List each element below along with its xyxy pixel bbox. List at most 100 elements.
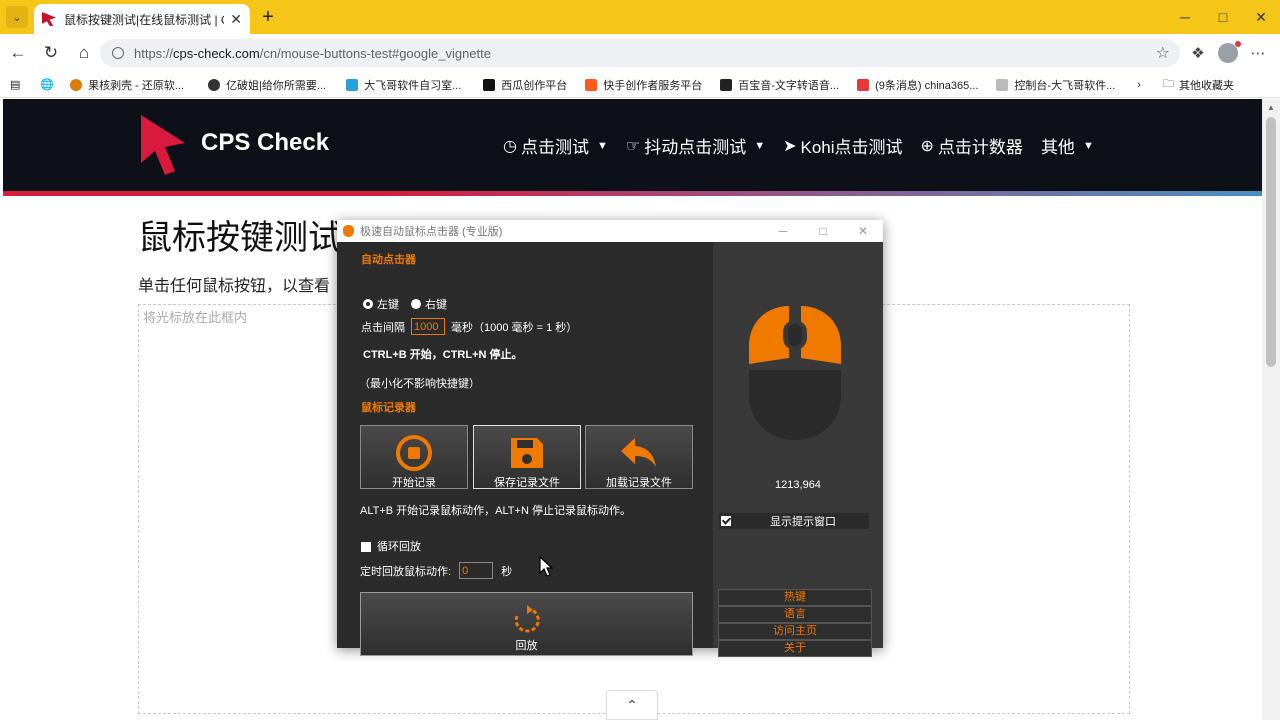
timer-input[interactable] — [459, 562, 494, 579]
page-description: 单击任何鼠标按钮，以查看 — [138, 278, 331, 295]
favorite-star-icon[interactable]: ☆ — [1156, 43, 1170, 63]
auto-clicker-section-title: 自动点击器 — [361, 254, 416, 266]
nav-kohi-test[interactable]: ➤ Kohi点击测试 — [783, 133, 902, 158]
bookmarks-bar: ▤ 🌐 果核剥壳 - 还原软... 亿破姐|给你所需要... 大飞哥软件自习室.… — [0, 72, 1280, 98]
other-bookmarks[interactable]: 🗀 其他收藏夹 — [1163, 75, 1234, 94]
bookmark-item[interactable]: (9条消息) china365... — [857, 77, 978, 93]
profile-avatar[interactable] — [1218, 41, 1241, 63]
new-tab-button[interactable]: + — [256, 6, 280, 28]
hotkey-link[interactable]: 热键 — [718, 589, 872, 606]
nav-jitter-test[interactable]: ☞ 抖动点击测试 ▼ — [626, 133, 765, 158]
nav-label: 抖动点击测试 — [644, 138, 747, 157]
other-bookmarks-label: 其他收藏夹 — [1178, 79, 1234, 92]
scrollbar-thumb[interactable] — [1266, 117, 1276, 367]
bookmark-item[interactable]: 西瓜创作平台 — [483, 77, 567, 93]
site-info-icon[interactable] — [112, 47, 124, 59]
address-bar[interactable]: https://cps-check.com/cn/mouse-buttons-t… — [100, 39, 1180, 67]
loop-replay-checkbox-row[interactable]: 循环回放 — [361, 538, 421, 554]
loop-replay-label: 循环回放 — [377, 541, 421, 553]
mouse-key-radio-group: 左键 右键 — [363, 296, 447, 312]
bookmark-item[interactable]: 亿破姐|给你所需要... — [208, 77, 326, 93]
back-button[interactable]: ← — [3, 38, 33, 68]
app-minimize-button[interactable]: ─ — [763, 220, 803, 242]
chevron-up-icon: ⌃ — [626, 696, 638, 713]
cursor-coordinates: 1213,964 — [775, 479, 821, 491]
save-record-button[interactable]: 保存记录文件 — [473, 425, 581, 489]
scroll-up-icon[interactable]: ▲ — [1267, 103, 1275, 112]
mouse-diagram-icon — [749, 306, 841, 440]
page-scrollbar[interactable]: ▲ — [1262, 99, 1280, 720]
start-record-button[interactable]: 开始记录 — [360, 425, 468, 489]
app-right-panel: 1213,964 显示提示窗口 热键 语言 访问主页 关于 — [713, 242, 883, 657]
homepage-link[interactable]: 访问主页 — [718, 623, 872, 640]
language-link[interactable]: 语言 — [718, 606, 872, 623]
bookmark-label: 百宝音-文字转语音... — [738, 79, 840, 92]
bookmark-label: 亿破姐|给你所需要... — [226, 79, 327, 92]
maximize-window-button[interactable]: □ — [1204, 0, 1242, 34]
nav-label: 点击测试 — [520, 138, 589, 157]
bookmark-label: 快手创作者服务平台 — [603, 79, 703, 92]
extensions-icon[interactable]: ❖ — [1184, 39, 1212, 67]
interval-label: 点击间隔 — [361, 321, 405, 334]
app-maximize-button[interactable]: □ — [803, 220, 843, 242]
radio-selected-icon — [363, 299, 373, 309]
app-close-button[interactable]: ✕ — [843, 220, 883, 242]
replay-button[interactable]: 回放 — [360, 592, 693, 656]
close-window-button[interactable]: ✕ — [1242, 0, 1280, 34]
reload-button[interactable]: ↻ — [36, 38, 66, 68]
toolbar-right: ❖ ⋯ — [1184, 39, 1272, 67]
bookmark-item[interactable]: 快手创作者服务平台 — [585, 77, 702, 93]
chevron-down-icon: ⌄ — [12, 11, 22, 24]
globe-icon[interactable]: 🌐 — [40, 78, 54, 91]
load-record-button[interactable]: 加载记录文件 — [585, 425, 693, 489]
tab-list-button[interactable]: ⌄ — [6, 6, 28, 28]
jitter-icon: ☞ — [625, 137, 641, 155]
caret-down-icon: ▼ — [754, 139, 766, 152]
url-path: /cn/mouse-buttons-test#google_vignette — [259, 45, 491, 61]
interval-input[interactable] — [411, 318, 445, 335]
loop-replay-checkbox[interactable] — [361, 542, 371, 553]
bookmark-favicon-icon — [857, 78, 870, 91]
home-button[interactable]: ⌂ — [69, 38, 99, 68]
left-key-radio[interactable]: 左键 — [363, 296, 399, 312]
about-link[interactable]: 关于 — [718, 640, 872, 657]
bookmark-item[interactable]: 果核剥壳 - 还原软... — [70, 77, 184, 93]
timer-replay-row: 定时回放鼠标动作: 秒 — [360, 562, 512, 579]
bookmark-favicon-icon — [346, 78, 359, 91]
bookmark-item[interactable]: 控制台-大飞哥软件... — [996, 77, 1115, 93]
nav-click-counter[interactable]: ⊕ 点击计数器 — [921, 133, 1023, 158]
load-record-label: 加载记录文件 — [606, 477, 672, 489]
browser-toolbar: ← ↻ ⌂ https://cps-check.com/cn/mouse-but… — [0, 34, 1280, 72]
browser-tab-active[interactable]: 鼠标按键测试|在线鼠标测试 | CPS ✕ — [34, 4, 250, 34]
nav-other[interactable]: 其他 ▼ — [1041, 133, 1094, 158]
nav-click-test[interactable]: ◷ 点击测试 ▼ — [503, 133, 608, 158]
minimize-window-button[interactable]: ─ — [1166, 0, 1204, 34]
undo-arrow-icon — [621, 438, 656, 467]
reading-list-icon[interactable]: ▤ — [10, 78, 20, 91]
bookmark-favicon-icon — [70, 78, 83, 91]
test-area-hint: 将光标放在此框内 — [143, 310, 248, 325]
more-menu-icon[interactable]: ⋯ — [1244, 39, 1272, 67]
right-key-label: 右键 — [425, 299, 447, 311]
right-key-radio[interactable]: 右键 — [411, 296, 447, 312]
bookmark-favicon-icon — [996, 78, 1009, 91]
save-floppy-icon — [511, 438, 543, 468]
bookmark-label: 果核剥壳 - 还原软... — [88, 79, 185, 92]
timer-label: 定时回放鼠标动作: — [360, 565, 452, 578]
timer-unit: 秒 — [501, 565, 513, 578]
show-tip-checkbox[interactable] — [721, 516, 731, 526]
close-tab-icon[interactable]: ✕ — [230, 11, 242, 28]
scroll-to-top-button[interactable]: ⌃ — [606, 690, 658, 720]
bookmarks-overflow-icon[interactable]: › — [1137, 79, 1141, 91]
bookmark-item[interactable]: 大飞哥软件自习室... — [346, 77, 461, 93]
app-titlebar[interactable]: 极速自动鼠标点击器 (专业版) ─ □ ✕ — [337, 220, 883, 242]
bookmark-item[interactable]: 百宝音-文字转语音... — [720, 77, 839, 93]
nav-label: Kohi点击测试 — [800, 138, 903, 157]
replay-icon — [514, 605, 540, 633]
mouse-pointer-icon — [539, 556, 553, 577]
cps-logo-icon[interactable] — [139, 113, 187, 179]
show-tip-checkbox-row[interactable]: 显示提示窗口 — [719, 513, 869, 529]
left-key-label: 左键 — [377, 299, 399, 311]
app-title: 极速自动鼠标点击器 (专业版) — [360, 226, 503, 238]
site-logo-text[interactable]: CPS Check — [201, 129, 329, 157]
